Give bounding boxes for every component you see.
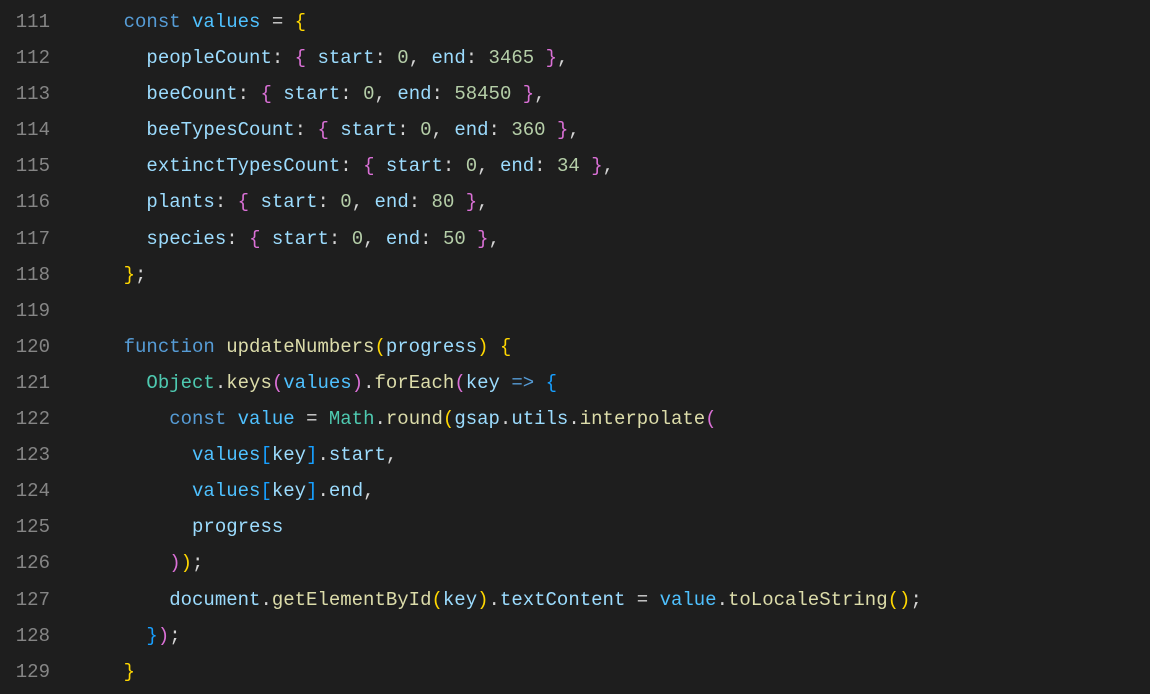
code-line[interactable]: 121 Object.keys(values).forEach(key => { <box>0 365 1150 401</box>
code-line[interactable]: 127 document.getElementById(key).textCon… <box>0 582 1150 618</box>
line-number: 116 <box>0 184 78 220</box>
line-number: 118 <box>0 257 78 293</box>
code-line[interactable]: 124 values[key].end, <box>0 473 1150 509</box>
code-content[interactable]: beeCount: { start: 0, end: 58450 }, <box>78 76 1150 112</box>
code-line[interactable]: 119 <box>0 293 1150 329</box>
code-line[interactable]: 118 }; <box>0 257 1150 293</box>
code-line[interactable]: 128 }); <box>0 618 1150 654</box>
code-line[interactable]: 111 const values = { <box>0 4 1150 40</box>
line-number: 125 <box>0 509 78 545</box>
code-line[interactable]: 122 const value = Math.round(gsap.utils.… <box>0 401 1150 437</box>
line-number: 111 <box>0 4 78 40</box>
line-number: 113 <box>0 76 78 112</box>
code-content[interactable]: }); <box>78 618 1150 654</box>
code-content[interactable] <box>78 293 1150 329</box>
code-editor[interactable]: 111 const values = { 112 peopleCount: { … <box>0 4 1150 690</box>
line-number: 124 <box>0 473 78 509</box>
line-number: 121 <box>0 365 78 401</box>
line-number: 112 <box>0 40 78 76</box>
line-number: 127 <box>0 582 78 618</box>
code-content[interactable]: beeTypesCount: { start: 0, end: 360 }, <box>78 112 1150 148</box>
line-number: 117 <box>0 221 78 257</box>
code-content[interactable]: species: { start: 0, end: 50 }, <box>78 221 1150 257</box>
code-line[interactable]: 120 function updateNumbers(progress) { <box>0 329 1150 365</box>
code-content[interactable]: const value = Math.round(gsap.utils.inte… <box>78 401 1150 437</box>
code-content[interactable]: peopleCount: { start: 0, end: 3465 }, <box>78 40 1150 76</box>
code-line[interactable]: 129 } <box>0 654 1150 690</box>
code-line[interactable]: 112 peopleCount: { start: 0, end: 3465 }… <box>0 40 1150 76</box>
code-content[interactable]: )); <box>78 545 1150 581</box>
code-content[interactable]: Object.keys(values).forEach(key => { <box>78 365 1150 401</box>
code-line[interactable]: 123 values[key].start, <box>0 437 1150 473</box>
code-content[interactable]: progress <box>78 509 1150 545</box>
line-number: 122 <box>0 401 78 437</box>
code-line[interactable]: 115 extinctTypesCount: { start: 0, end: … <box>0 148 1150 184</box>
code-content[interactable]: values[key].start, <box>78 437 1150 473</box>
code-content[interactable]: function updateNumbers(progress) { <box>78 329 1150 365</box>
line-number: 128 <box>0 618 78 654</box>
code-line[interactable]: 116 plants: { start: 0, end: 80 }, <box>0 184 1150 220</box>
line-number: 126 <box>0 545 78 581</box>
code-content[interactable]: values[key].end, <box>78 473 1150 509</box>
code-line[interactable]: 114 beeTypesCount: { start: 0, end: 360 … <box>0 112 1150 148</box>
code-line[interactable]: 126 )); <box>0 545 1150 581</box>
code-line[interactable]: 125 progress <box>0 509 1150 545</box>
line-number: 129 <box>0 654 78 690</box>
line-number: 119 <box>0 293 78 329</box>
line-number: 114 <box>0 112 78 148</box>
code-content[interactable]: document.getElementById(key).textContent… <box>78 582 1150 618</box>
line-number: 123 <box>0 437 78 473</box>
line-number: 120 <box>0 329 78 365</box>
code-content[interactable]: } <box>78 654 1150 690</box>
code-content[interactable]: const values = { <box>78 4 1150 40</box>
code-line[interactable]: 117 species: { start: 0, end: 50 }, <box>0 221 1150 257</box>
code-line[interactable]: 113 beeCount: { start: 0, end: 58450 }, <box>0 76 1150 112</box>
code-content[interactable]: extinctTypesCount: { start: 0, end: 34 }… <box>78 148 1150 184</box>
code-content[interactable]: plants: { start: 0, end: 80 }, <box>78 184 1150 220</box>
line-number: 115 <box>0 148 78 184</box>
code-content[interactable]: }; <box>78 257 1150 293</box>
